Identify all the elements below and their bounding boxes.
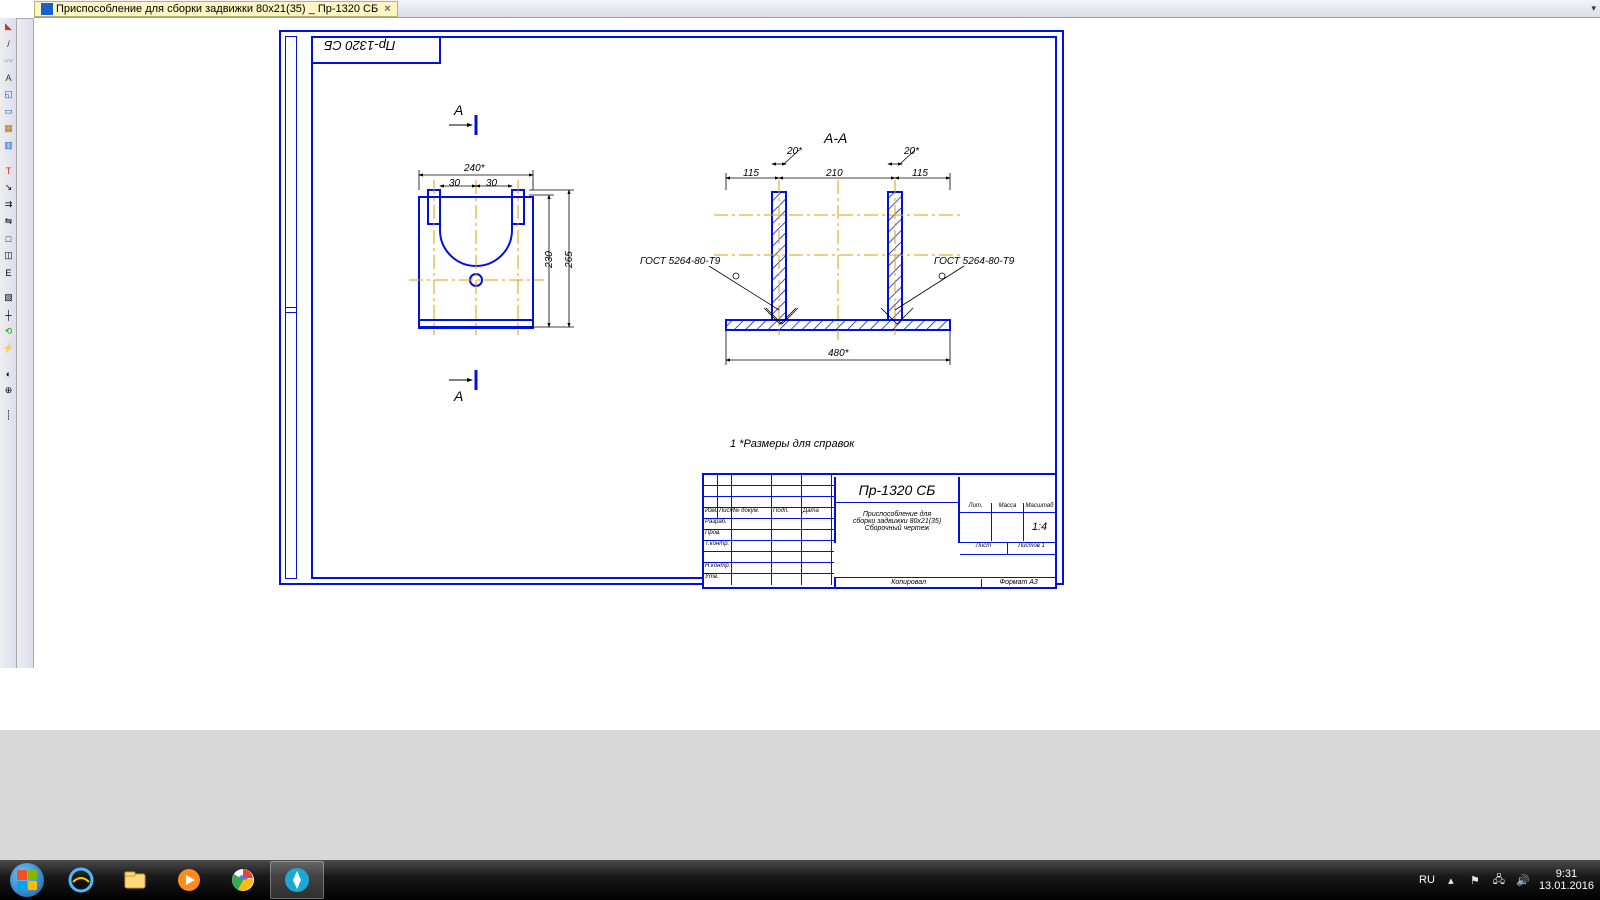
tray-show-hidden-icon[interactable]: ▴ (1443, 872, 1459, 888)
tool-f2-icon[interactable]: ┼ (1, 307, 16, 322)
tray-volume-icon[interactable]: 🔊 (1515, 872, 1531, 888)
drawing-sheet: Пр-1320 СБ (264, 30, 1064, 595)
tool-h1-icon[interactable]: ┊ (1, 408, 16, 423)
tool-g1-icon[interactable]: ◐ (1, 366, 16, 381)
taskbar-mediaplayer-icon[interactable] (162, 861, 216, 899)
tool-f4-icon[interactable]: ⚡ (1, 341, 16, 356)
taskbar-ie-icon[interactable] (54, 861, 108, 899)
taskbar-chrome-icon[interactable] (216, 861, 270, 899)
document-tab-bar: Приспособление для сборки задвижки 80х21… (34, 0, 1600, 18)
document-tab[interactable]: Приспособление для сборки задвижки 80х21… (34, 1, 398, 17)
tool-line-icon[interactable]: / (1, 36, 16, 51)
tool-edit-icon[interactable]: T (1, 163, 16, 178)
dim-115b: 115 (912, 168, 928, 179)
title-block-left-grid: Изм.Лист№ докум.Подп.Дата Разраб. Пров. … (704, 475, 834, 589)
tool-f1-icon[interactable]: ▨ (1, 290, 16, 305)
section-marker-a-top: А (454, 102, 463, 118)
gost-right: ГОСТ 5264-80-Т9 (934, 256, 1014, 267)
title-block-right: Лит.МассаМасштаб 1:4 (960, 503, 1055, 543)
title-block-description: Приспособление для сборки задвижки 80х21… (834, 503, 960, 543)
document-tab-title: Приспособление для сборки задвижки 80х21… (56, 3, 378, 15)
taskbar-kompas-icon[interactable] (270, 861, 324, 899)
tool-s2-icon[interactable]: ◫ (1, 248, 16, 263)
tool-rect-icon[interactable]: ▭ (1, 104, 16, 119)
windows-logo-icon (10, 863, 44, 897)
dim-480: 480* (828, 348, 849, 359)
tool-f3-icon[interactable]: ⟲ (1, 324, 16, 339)
taskbar-explorer-icon[interactable] (108, 861, 162, 899)
title-block-sheets: Лист Листов 1 (960, 543, 1055, 555)
tool-move-icon[interactable]: ↘ (1, 180, 16, 195)
tool-dim-icon[interactable]: A (1, 70, 16, 85)
dim-265: 265 (564, 251, 575, 268)
title-block-bottom: Копировал Формат A3 (834, 577, 1055, 587)
document-icon (41, 3, 53, 15)
tool-mirror-icon[interactable]: ⇋ (1, 214, 16, 229)
dim-20a: 20* (787, 146, 802, 157)
tool-s1-icon[interactable]: □ (1, 231, 16, 246)
taskbar-clock[interactable]: 9:31 13.01.2016 (1539, 868, 1594, 892)
tab-scroll-icon[interactable]: ▾ (1591, 3, 1596, 14)
dim-115a: 115 (743, 168, 759, 179)
clock-time: 9:31 (1539, 868, 1594, 880)
clock-date: 13.01.2016 (1539, 880, 1594, 892)
left-toolbar-1: ◣ / 〰 A ◱ ▭ ▦ ▥ T ↘ ⇉ ⇋ □ ◫ E ▨ ┼ ⟲ ⚡ ◐ … (0, 18, 17, 668)
tool-g2-icon[interactable]: ⊕ (1, 383, 16, 398)
tool-grid-icon[interactable]: ▥ (1, 138, 16, 153)
title-block-code: Пр-1320 СБ (834, 477, 960, 503)
tool-select-icon[interactable]: ◣ (1, 19, 16, 34)
windows-taskbar: RU ▴ ⚑ 🖧 🔊 9:31 13.01.2016 (0, 860, 1600, 900)
dim-210: 210 (826, 168, 843, 179)
tab-close-icon[interactable]: × (384, 3, 390, 15)
tool-hatch-icon[interactable]: ▦ (1, 121, 16, 136)
section-label-aa: А-А (824, 130, 847, 146)
left-toolbar-2 (17, 18, 34, 668)
tool-copy-icon[interactable]: ⇉ (1, 197, 16, 212)
language-indicator[interactable]: RU (1419, 874, 1435, 886)
dim-20b: 20* (904, 146, 919, 157)
dim-230: 230 (544, 251, 555, 268)
gost-left: ГОСТ 5264-80-Т9 (640, 256, 720, 267)
dim-240: 240* (464, 163, 485, 174)
section-marker-a-bottom: А (454, 388, 463, 404)
dim-30a: 30 (449, 178, 460, 189)
system-tray: RU ▴ ⚑ 🖧 🔊 9:31 13.01.2016 (1419, 868, 1600, 892)
tool-wave-icon[interactable]: 〰 (1, 53, 16, 68)
dim-30b: 30 (486, 178, 497, 189)
reference-note: 1 *Размеры для справок (730, 438, 854, 450)
tool-text-icon[interactable]: ◱ (1, 87, 16, 102)
tray-flag-icon[interactable]: ⚑ (1467, 872, 1483, 888)
tray-network-icon[interactable]: 🖧 (1491, 872, 1507, 888)
tool-e-icon[interactable]: E (1, 265, 16, 280)
title-block: Изм.Лист№ докум.Подп.Дата Разраб. Пров. … (702, 473, 1057, 589)
drawing-viewport[interactable]: Пр-1320 СБ (34, 18, 1600, 770)
start-button[interactable] (0, 860, 54, 900)
